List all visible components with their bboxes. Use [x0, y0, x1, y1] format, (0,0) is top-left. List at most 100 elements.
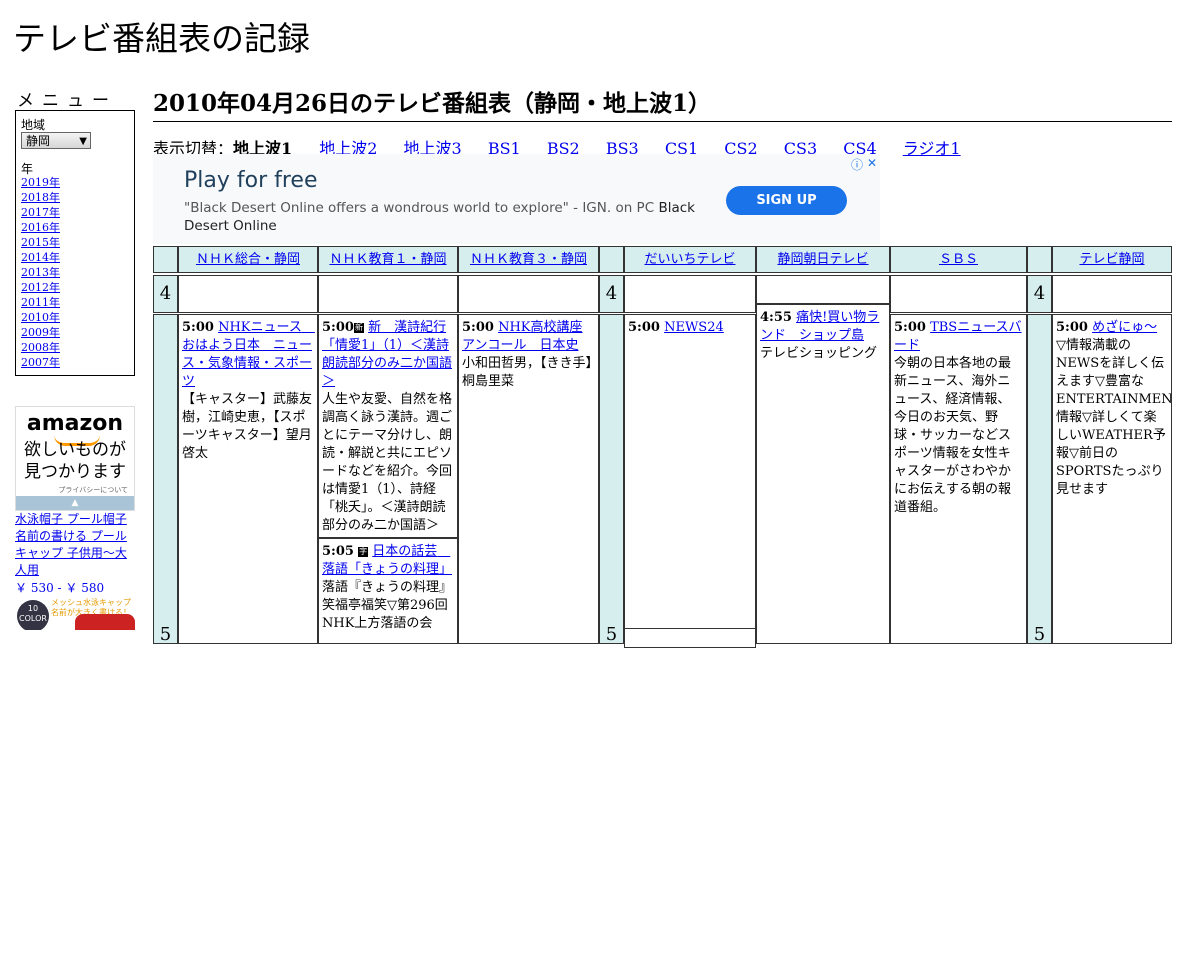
empty-slot [756, 275, 890, 304]
amazon-privacy-link[interactable]: プライバシーについて [58, 485, 128, 495]
program-time: 5:00 [894, 320, 926, 335]
hour-cell-5: 5 [599, 314, 624, 645]
program-time: 5:00 [462, 320, 494, 335]
channel-header-tvshizuoka: テレビ静岡 [1052, 246, 1172, 273]
menu-heading: メニュー [17, 91, 117, 111]
program-time: 5:05 [322, 544, 354, 559]
channel-link[interactable]: テレビ静岡 [1079, 252, 1144, 267]
program-title-link[interactable]: めざにゅ～ [1092, 320, 1157, 335]
empty-slot [890, 275, 1027, 313]
year-link-2010[interactable]: 2010年 [21, 310, 60, 325]
amazon-ad-copy-line1: 欲しいものが [24, 440, 126, 460]
amazon-ad-copy: 欲しいものが 見つかります [16, 439, 134, 483]
hour-cell-4: 4 [599, 275, 624, 313]
hour-cell-5: 5 [1027, 314, 1052, 645]
expand-up-icon[interactable]: ▲ [16, 496, 134, 510]
product-swatch [75, 614, 135, 630]
hour-cell-4: 4 [153, 275, 178, 313]
program-cell-tvshizuoka: 5:00 めざにゅ～ ▽情報満載のNEWSを詳しく伝えます▽豊富なENTERTA… [1052, 314, 1172, 644]
program-time: 5:00 [1056, 320, 1088, 335]
empty-slot [318, 275, 458, 313]
channel-header-nhk-edu1: ＮＨＫ教育１・静岡 [318, 246, 458, 273]
year-link-2013[interactable]: 2013年 [21, 265, 60, 280]
ad-headline: Play for free [184, 168, 318, 193]
region-select[interactable]: 静岡 ▼ [21, 132, 91, 149]
channel-header-nhk-edu3: ＮＨＫ教育３・静岡 [458, 246, 599, 273]
new-icon: 新 [353, 323, 364, 333]
program-cell-asahi: 4:55 痛快!買い物ランド ショップ島 テレビショッピング [756, 304, 890, 644]
channel-link[interactable]: ＮＨＫ総合・静岡 [196, 252, 300, 267]
site-title: テレビ番組表の記録 [13, 19, 310, 58]
empty-slot [458, 275, 599, 313]
product-badge: 10 COLOR [17, 600, 49, 630]
empty-slot [1052, 275, 1172, 313]
program-description: ▽情報満載のNEWSを詳しく伝えます▽豊富なENTERTAINMENT情報▽詳し… [1056, 338, 1172, 497]
hour-header-corner [153, 246, 178, 273]
product-image[interactable]: 10 COLOR メッシュ水泳キャップ 名前が大きく書ける！ [15, 598, 135, 630]
year-link-2008[interactable]: 2008年 [21, 340, 60, 355]
sign-up-button[interactable]: SIGN UP [726, 186, 847, 215]
amazon-logo: amazon [26, 411, 124, 436]
year-link-2015[interactable]: 2015年 [21, 235, 60, 250]
channel-link[interactable]: ＳＢＳ [939, 252, 978, 267]
program-description: 人生や友愛、自然を格調高く詠う漢詩。週ごとにテーマ分けし、朗読・解説と共にエピソ… [322, 392, 453, 533]
program-description: 小和田哲男，【きき手】桐島里菜 [462, 356, 593, 389]
program-cell-nhk-edu1-2: 5:05 字 日本の話芸 落語「きょうの料理」 落語『きょうの料理』笑福亭福笑▽… [318, 538, 458, 644]
program-time: 4:55 [760, 310, 792, 325]
channel-header-asahi: 静岡朝日テレビ [756, 246, 890, 273]
channel-header-nhk-sogo: ＮＨＫ総合・静岡 [178, 246, 318, 273]
program-description: 【キャスター】武藤友樹，江崎史恵，【スポーツキャスター】望月啓太 [182, 392, 313, 461]
year-link-2019[interactable]: 2019年 [21, 175, 60, 190]
subtitle-icon: 字 [358, 547, 369, 557]
channel-link[interactable]: だいいちテレビ [644, 252, 735, 267]
program-time: 5:00 [182, 320, 214, 335]
program-title-link[interactable]: NEWS24 [664, 320, 724, 335]
ad-description-text: "Black Desert Online offers a wondrous w… [184, 200, 655, 216]
year-link-2011[interactable]: 2011年 [21, 295, 60, 310]
channel-header-daiichi: だいいちテレビ [624, 246, 756, 273]
hour-cell-5: 5 [153, 314, 178, 645]
year-link-2012[interactable]: 2012年 [21, 280, 60, 295]
year-link-2016[interactable]: 2016年 [21, 220, 60, 235]
year-link-2018[interactable]: 2018年 [21, 190, 60, 205]
program-time: 5:00 [322, 320, 354, 335]
program-cell-daiichi-next [624, 628, 756, 648]
year-list: 2019年 2018年 2017年 2016年 2015年 2014年 2013… [21, 175, 60, 370]
program-description: テレビショッピング [760, 346, 878, 361]
ad-description: "Black Desert Online offers a wondrous w… [184, 199, 704, 235]
program-cell-nhk-edu1: 5:00新 新 漢詩紀行「情愛1」（1）＜漢詩朗読部分のみ二か国語＞ 人生や友愛… [318, 314, 458, 538]
program-description: 今朝の日本各地の最新ニュース、海外ニュース、経済情報、今日のお天気、野球・サッカ… [894, 356, 1012, 515]
close-icon[interactable]: ✕ [867, 156, 877, 170]
program-cell-daiichi: 5:00 NEWS24 [624, 314, 756, 629]
year-link-2009[interactable]: 2009年 [21, 325, 60, 340]
amazon-ad-copy-line2: 見つかります [24, 462, 126, 482]
channel-link[interactable]: ＮＨＫ教育１・静岡 [329, 252, 446, 267]
region-select-value: 静岡 [26, 134, 51, 148]
region-label: 地域 [21, 118, 46, 132]
switch-link-radio1[interactable]: ラジオ1 [903, 139, 961, 158]
product-link-box: 水泳帽子 プール帽子 名前の書ける プールキャップ 子供用～大人用 [15, 511, 135, 579]
empty-slot [178, 275, 318, 313]
hour-cell-4: 4 [1027, 275, 1052, 313]
program-time: 5:00 [628, 320, 660, 335]
hour-header-mid [599, 246, 624, 273]
channel-link[interactable]: 静岡朝日テレビ [777, 252, 868, 267]
program-cell-nhk-edu3: 5:00 NHK高校講座アンコール 日本史 小和田哲男，【きき手】桐島里菜 [458, 314, 599, 644]
hour-header-right [1027, 246, 1052, 273]
ad-info-icon[interactable]: ⓘ [851, 156, 863, 173]
program-cell-sbs: 5:00 TBSニュースバード 今朝の日本各地の最新ニュース、海外ニュース、経済… [890, 314, 1027, 644]
program-cell-nhk-sogo: 5:00 NHKニュース おはよう日本 ニュース・気象情報・スポーツ 【キャスタ… [178, 314, 318, 644]
amazon-ad[interactable]: amazon 欲しいものが 見つかります プライバシーについて ▲ [15, 406, 135, 511]
year-link-2017[interactable]: 2017年 [21, 205, 60, 220]
year-link-2014[interactable]: 2014年 [21, 250, 60, 265]
schedule-grid: ＮＨＫ総合・静岡 ＮＨＫ教育１・静岡 ＮＨＫ教育３・静岡 だいいちテレビ 静岡朝… [153, 246, 1172, 648]
product-link[interactable]: 水泳帽子 プール帽子 名前の書ける プールキャップ 子供用～大人用 [15, 512, 127, 577]
chevron-down-icon: ▼ [79, 136, 87, 147]
menu-box: 地域 静岡 ▼ 年 2019年 2018年 2017年 2016年 2015年 … [15, 110, 135, 376]
channel-link[interactable]: ＮＨＫ教育３・静岡 [470, 252, 587, 267]
program-description: 落語『きょうの料理』笑福亭福笑▽第296回NHK上方落語の会 [322, 580, 453, 631]
empty-slot [624, 275, 756, 313]
year-link-2007[interactable]: 2007年 [21, 355, 60, 370]
ad-banner[interactable]: ⓘ ✕ Play for free "Black Desert Online o… [153, 154, 880, 244]
page-heading: 2010年04月26日のテレビ番組表（静岡・地上波1） [153, 84, 1172, 122]
